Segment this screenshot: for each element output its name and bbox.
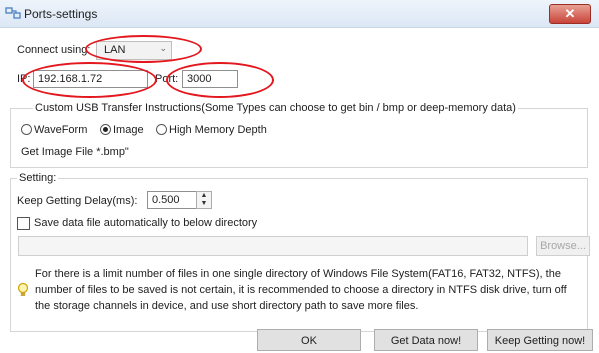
get-data-button[interactable]: Get Data now! — [374, 329, 478, 351]
save-auto-checkbox[interactable] — [17, 217, 30, 230]
ok-button[interactable]: OK — [257, 329, 361, 351]
annotation-circle-connection — [85, 35, 202, 63]
radio-image-indicator — [100, 124, 111, 135]
radio-image-label: Image — [113, 124, 144, 136]
custom-transfer-group — [10, 108, 588, 168]
delay-label: Keep Getting Delay(ms): — [17, 195, 138, 207]
radio-high-memory-indicator — [156, 124, 167, 135]
save-auto-label: Save data file automatically to below di… — [34, 217, 258, 229]
radio-waveform-indicator — [21, 124, 32, 135]
radio-image[interactable]: Image — [100, 124, 144, 136]
connect-using-label: Connect using: — [17, 44, 91, 56]
radio-waveform[interactable]: WaveForm — [21, 124, 87, 136]
setting-label: Setting: — [17, 172, 59, 184]
delay-stepper[interactable]: ▲ ▼ — [196, 191, 212, 209]
annotation-circle-ip — [22, 62, 157, 98]
radio-high-memory-depth[interactable]: High Memory Depth — [156, 124, 267, 136]
radio-high-memory-label: High Memory Depth — [169, 124, 267, 136]
lightbulb-icon — [17, 282, 29, 296]
file-type-note: Get Image File *.bmp" — [21, 146, 129, 158]
close-button[interactable]: ✕ — [549, 4, 591, 24]
keep-getting-button[interactable]: Keep Getting now! — [487, 329, 593, 351]
custom-transfer-label: Custom USB Transfer Instructions(Some Ty… — [33, 102, 518, 114]
delay-input[interactable]: 0.500 — [147, 191, 197, 209]
annotation-circle-port — [166, 62, 274, 98]
browse-button[interactable]: Browse... — [536, 236, 590, 256]
radio-waveform-label: WaveForm — [34, 124, 88, 136]
window-title: Ports-settings — [24, 7, 98, 21]
ports-icon — [5, 7, 21, 19]
directory-input[interactable] — [18, 236, 528, 256]
info-text: For there is a limit number of files in … — [35, 268, 567, 312]
title-bar: Ports-settings ✕ — [0, 0, 599, 28]
